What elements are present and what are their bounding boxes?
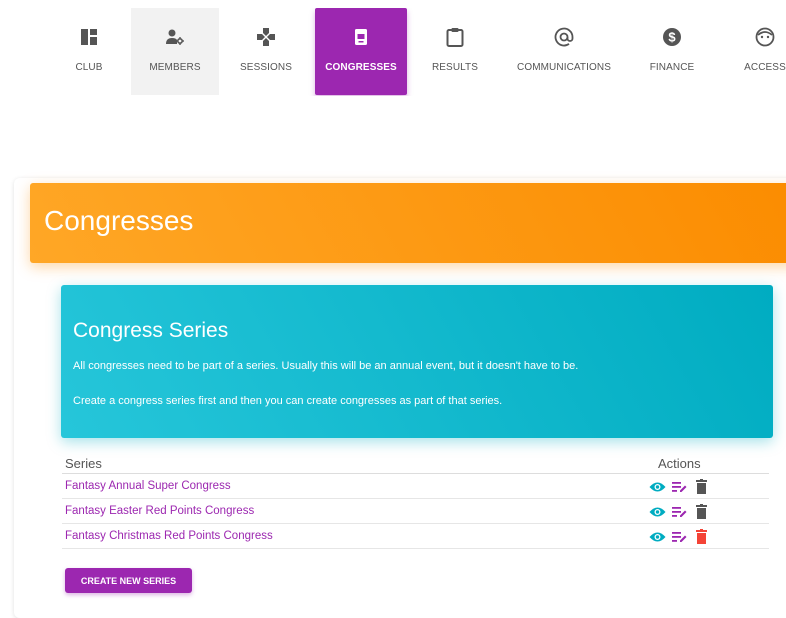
face-icon [754, 26, 776, 48]
nav-item-congresses[interactable]: CONGRESSES [315, 8, 407, 95]
create-new-series-button[interactable]: CREATE NEW SERIES [65, 568, 192, 593]
nav-label-communications: COMMUNICATIONS [517, 62, 611, 73]
dashboard-icon [78, 26, 100, 48]
top-navigation: CLUB MEMBERS SESSIONS CONGRESSES RESULTS… [0, 8, 786, 96]
series-link[interactable]: Fantasy Annual Super Congress [65, 480, 231, 492]
table-row: Fantasy Christmas Red Points Congress [62, 524, 769, 549]
series-card-paragraph-1: All congresses need to be part of a seri… [73, 360, 579, 372]
series-link[interactable]: Fantasy Christmas Red Points Congress [65, 530, 273, 542]
series-card-paragraph-2: Create a congress series first and then … [73, 395, 503, 407]
nav-item-access[interactable]: ACCESS [734, 8, 786, 95]
svg-text:$: $ [668, 30, 676, 45]
nav-label-results: RESULTS [431, 62, 479, 73]
nav-item-sessions[interactable]: SESSIONS [230, 8, 302, 95]
row-actions [649, 478, 710, 495]
nav-label-sessions: SESSIONS [240, 62, 292, 73]
nav-item-members[interactable]: MEMBERS [131, 8, 219, 95]
nav-item-results[interactable]: RESULTS [422, 8, 488, 95]
series-card-title: Congress Series [73, 319, 229, 342]
nav-label-congresses: CONGRESSES [325, 62, 397, 73]
row-actions [649, 503, 710, 520]
series-table: Series Actions Fantasy Annual Super Cong… [62, 452, 769, 549]
nav-item-communications[interactable]: COMMUNICATIONS [508, 8, 620, 95]
nav-item-finance[interactable]: $ FINANCE [640, 8, 704, 95]
dollar-circle-icon: $ [661, 26, 683, 48]
row-actions [649, 528, 710, 545]
congress-icon [350, 26, 372, 48]
nav-item-club[interactable]: CLUB [58, 8, 120, 95]
table-header: Series Actions [62, 452, 769, 474]
table-row: Fantasy Annual Super Congress [62, 474, 769, 499]
column-header-series: Series [65, 456, 102, 471]
nav-label-members: MEMBERS [149, 62, 201, 73]
series-link[interactable]: Fantasy Easter Red Points Congress [65, 505, 254, 517]
series-info-card: Congress Series All congresses need to b… [61, 285, 773, 438]
nav-label-access: ACCESS [744, 62, 786, 73]
table-row: Fantasy Easter Red Points Congress [62, 499, 769, 524]
edit-icon[interactable] [671, 528, 688, 545]
edit-icon[interactable] [671, 478, 688, 495]
page-title: Congresses [44, 205, 194, 236]
delete-icon[interactable] [693, 503, 710, 520]
nav-label-finance: FINANCE [649, 62, 695, 73]
nav-label-club: CLUB [75, 62, 103, 73]
view-icon[interactable] [649, 528, 666, 545]
column-header-actions: Actions [658, 456, 701, 471]
at-sign-icon [553, 26, 575, 48]
view-icon[interactable] [649, 478, 666, 495]
edit-icon[interactable] [671, 503, 688, 520]
delete-icon[interactable] [693, 478, 710, 495]
delete-icon[interactable] [693, 528, 710, 545]
view-icon[interactable] [649, 503, 666, 520]
gamepad-icon [255, 26, 277, 48]
manage-accounts-icon [164, 26, 186, 48]
page-header: Congresses [30, 183, 786, 263]
clipboard-icon [444, 26, 466, 48]
